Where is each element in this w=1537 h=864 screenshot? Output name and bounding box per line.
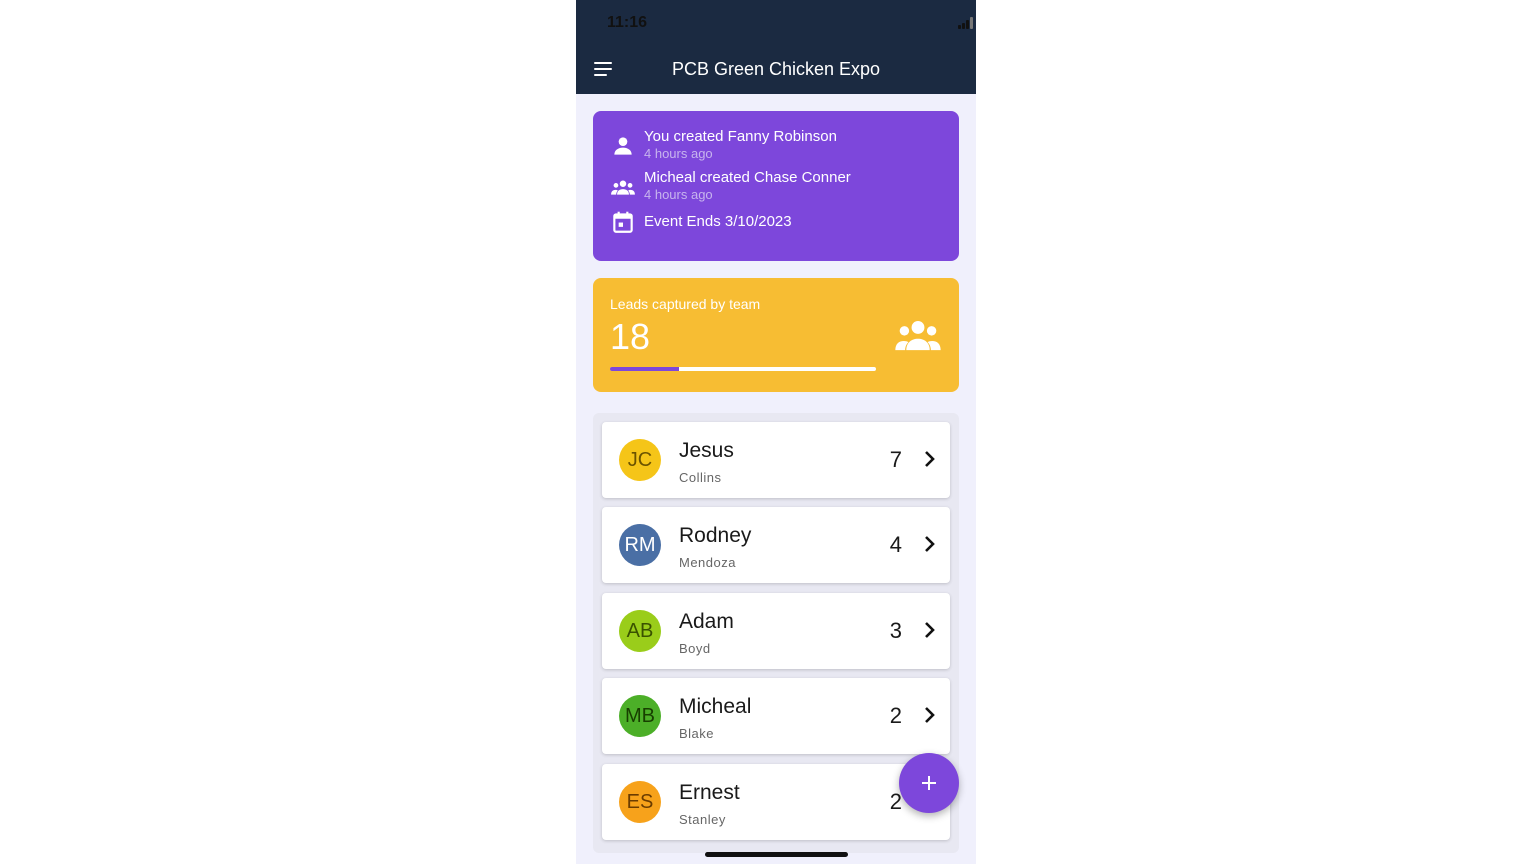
phone-screen: 11:16 PCB Green Chicken Expo You created… (576, 0, 976, 864)
leads-progress-bar (610, 367, 876, 371)
calendar-icon (613, 211, 633, 233)
page-title: PCB Green Chicken Expo (671, 59, 881, 79)
member-last-name: Collins (679, 470, 722, 485)
member-last-name: Boyd (679, 641, 711, 656)
leads-count: 18 (610, 316, 651, 357)
member-row-jesus-collins[interactable]: JC Jesus Collins 7 (602, 422, 950, 498)
avatar: RM (619, 524, 661, 566)
member-lead-count: 7 (889, 447, 902, 472)
group-icon (895, 321, 941, 351)
member-lead-count: 4 (889, 532, 902, 557)
member-row-adam-boyd[interactable]: AB Adam Boyd 3 (602, 593, 950, 669)
chevron-right-icon (925, 536, 935, 552)
avatar: MB (619, 695, 661, 737)
activity-time: 4 hours ago (644, 187, 713, 202)
member-last-name: Mendoza (679, 555, 736, 570)
avatar: AB (619, 610, 661, 652)
person-icon (614, 137, 632, 155)
chevron-right-icon (925, 451, 935, 467)
member-row-micheal-blake[interactable]: MB Micheal Blake 2 (602, 678, 950, 754)
chevron-right-icon (925, 707, 935, 723)
activity-text: Micheal created Chase Conner (644, 169, 851, 186)
leads-label: Leads captured by team (610, 296, 761, 312)
member-row-rodney-mendoza[interactable]: RM Rodney Mendoza 4 (602, 507, 950, 583)
event-end-text: Event Ends 3/10/2023 (644, 213, 792, 230)
app-header: 11:16 PCB Green Chicken Expo (576, 0, 976, 94)
member-first-name: Jesus (679, 439, 734, 462)
member-first-name: Rodney (679, 524, 752, 547)
member-lead-count: 2 (889, 703, 902, 728)
leads-card: Leads captured by team 18 (593, 278, 959, 392)
plus-icon (922, 776, 936, 790)
activity-card: You created Fanny Robinson 4 hours ago M… (593, 111, 959, 261)
member-row-ernest-stanley[interactable]: ES Ernest Stanley 2 (602, 764, 950, 840)
member-last-name: Stanley (679, 812, 726, 827)
leads-progress-fill (610, 367, 680, 371)
add-lead-button[interactable] (899, 753, 959, 813)
member-first-name: Micheal (679, 695, 752, 718)
group-icon (611, 180, 635, 195)
member-lead-count: 3 (889, 618, 902, 643)
home-indicator (705, 852, 848, 857)
activity-time: 4 hours ago (644, 146, 713, 161)
chevron-right-icon (925, 622, 935, 638)
member-first-name: Ernest (679, 781, 740, 804)
status-time: 11:16 (607, 14, 648, 31)
avatar: JC (619, 439, 661, 481)
member-first-name: Adam (679, 610, 734, 633)
avatar: ES (619, 781, 661, 823)
member-last-name: Blake (679, 726, 715, 741)
activity-text: You created Fanny Robinson (644, 128, 837, 145)
